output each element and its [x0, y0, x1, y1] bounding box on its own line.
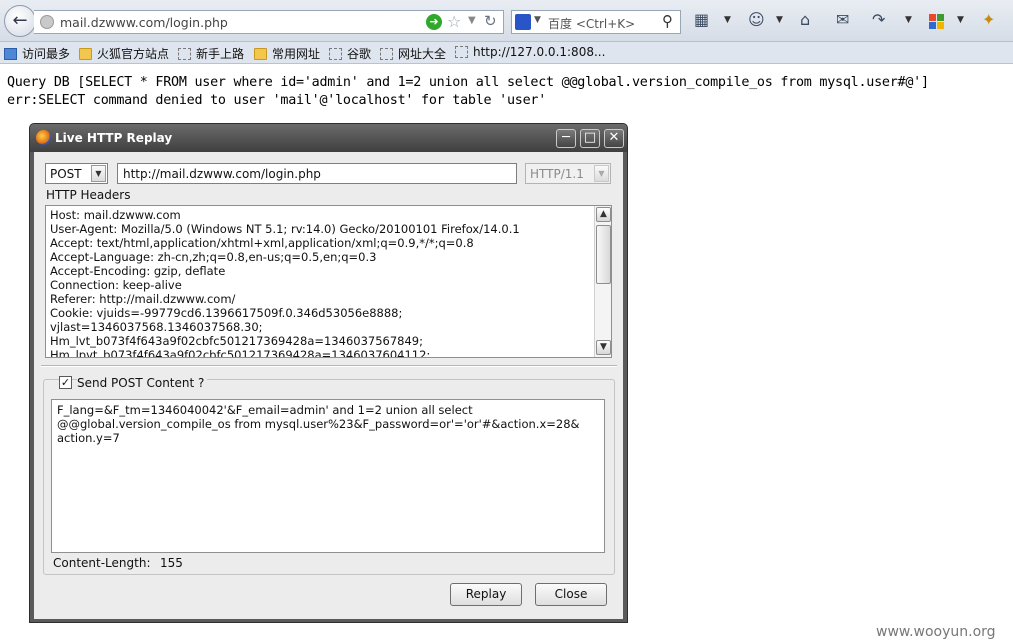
bookmark-label: 谷歌: [347, 47, 372, 61]
emoticon-icon[interactable]: ☺: [748, 11, 765, 29]
folder-icon: [79, 48, 92, 60]
browser-toolbar: ← mail.dzwww.com/login.php ➜ ☆ ▼ ↻ ▼ 百度 …: [0, 0, 1013, 42]
engine-dropdown-icon[interactable]: ▼: [534, 15, 541, 25]
bookmark-google[interactable]: 谷歌: [329, 45, 371, 62]
bookmark-star-icon[interactable]: ☆: [447, 12, 461, 31]
scroll-down-icon[interactable]: ▼: [596, 340, 611, 355]
bookmark-label: http://127.0.0.1:808...: [473, 45, 606, 59]
bookmark-label: 新手上路: [196, 47, 245, 61]
checkmark-icon: ✓: [60, 376, 71, 389]
scroll-thumb[interactable]: [596, 225, 611, 284]
search-icon[interactable]: ⚲: [662, 12, 673, 30]
header-line: Host: mail.dzwww.com: [50, 208, 181, 222]
minimize-button[interactable]: ─: [556, 129, 576, 148]
headers-text: Host: mail.dzwww.com User-Agent: Mozilla…: [50, 208, 590, 358]
post-content-line: @@global.version_compile_os from mysql.u…: [57, 417, 580, 431]
send-post-label[interactable]: Send POST Content ?: [77, 376, 208, 390]
folder-icon: [254, 48, 267, 60]
back-arrow-icon: ←: [12, 10, 28, 31]
share-icon[interactable]: ↷: [872, 11, 885, 29]
home-icon[interactable]: ⌂: [800, 11, 810, 29]
http-headers-textarea[interactable]: Host: mail.dzwww.com User-Agent: Mozilla…: [45, 205, 612, 358]
live-http-replay-window: Live HTTP Replay ─ □ ✕ POST ▼ http://mai…: [29, 123, 628, 623]
bookmark-site-directory[interactable]: 网址大全: [380, 45, 446, 62]
window-title: Live HTTP Replay: [55, 131, 173, 145]
bookmark-getting-started[interactable]: 新手上路: [178, 45, 244, 62]
bookmark-page-icon: [455, 46, 468, 58]
bookmark-label: 常用网址: [272, 47, 321, 61]
bookmark-label: 网址大全: [398, 47, 447, 61]
search-input[interactable]: 百度 <Ctrl+K>: [548, 15, 635, 32]
header-line: vjlast=1346037568.1346037568.30;: [50, 320, 263, 334]
request-url-input[interactable]: http://mail.dzwww.com/login.php: [117, 163, 517, 184]
post-content-line: action.y=7: [57, 431, 120, 445]
bookmark-page-icon: [380, 48, 393, 60]
header-line: Hm_lvt_b073f4f643a9f02cbfc501217369428a=…: [50, 334, 423, 348]
http-version-select[interactable]: HTTP/1.1 ▼: [525, 163, 611, 184]
window-titlebar[interactable]: Live HTTP Replay ─ □ ✕: [30, 124, 627, 152]
go-icon[interactable]: ➜: [426, 14, 442, 30]
header-line: Referer: http://mail.dzwww.com/: [50, 292, 236, 306]
reload-icon[interactable]: ↻: [484, 12, 497, 30]
bookmark-common-sites[interactable]: 常用网址: [254, 45, 320, 62]
bookmark-most-visited[interactable]: 访问最多: [4, 45, 70, 62]
address-bar[interactable]: mail.dzwww.com/login.php ➜ ☆ ▼ ↻: [34, 10, 504, 34]
mail-icon[interactable]: ✉: [836, 11, 849, 29]
content-length-label: Content-Length:: [53, 556, 151, 570]
share-dropdown-icon[interactable]: ▼: [905, 15, 912, 25]
header-line: Accept-Encoding: gzip, deflate: [50, 264, 226, 278]
content-length-value: 155: [160, 556, 183, 570]
scroll-up-icon[interactable]: ▲: [596, 207, 611, 222]
bookmark-localhost[interactable]: http://127.0.0.1:808...: [455, 45, 605, 59]
close-button[interactable]: Close: [535, 583, 607, 606]
firefox-icon: [36, 130, 51, 145]
replay-button[interactable]: Replay: [450, 583, 522, 606]
send-post-checkbox[interactable]: ✓: [59, 376, 72, 389]
http-headers-label: HTTP Headers: [46, 188, 131, 202]
address-text[interactable]: mail.dzwww.com/login.php: [60, 15, 228, 30]
chevron-down-icon[interactable]: ▼: [594, 165, 609, 182]
baidu-paw-icon[interactable]: [515, 14, 531, 30]
divider: [41, 365, 617, 367]
header-line: Connection: keep-alive: [50, 278, 182, 292]
headers-scrollbar[interactable]: ▲ ▼: [594, 206, 611, 357]
close-icon: ✕: [608, 130, 620, 145]
screenshot-icon[interactable]: ▦: [694, 11, 709, 29]
header-line: Cookie: vjuids=-99779cd6.1396617509f.0.3…: [50, 306, 403, 320]
header-line: User-Agent: Mozilla/5.0 (Windows NT 5.1;…: [50, 222, 520, 236]
maximize-icon: □: [583, 130, 597, 145]
minimize-icon: ─: [562, 130, 570, 145]
site-favicon-icon: [40, 15, 54, 29]
dialog-body: POST ▼ http://mail.dzwww.com/login.php H…: [34, 152, 623, 619]
close-window-button[interactable]: ✕: [604, 129, 624, 148]
bookmark-label: 访问最多: [22, 47, 71, 61]
header-line: Hm_lpvt_b073f4f643a9f02cbfc501217369428a…: [50, 348, 431, 358]
most-visited-icon: [4, 48, 17, 60]
screenshot-dropdown-icon[interactable]: ▼: [724, 15, 731, 25]
header-line: Accept-Language: zh-cn,zh;q=0.8,en-us;q=…: [50, 250, 377, 264]
header-line: Accept: text/html,application/xhtml+xml,…: [50, 236, 474, 250]
maximize-button[interactable]: □: [580, 129, 600, 148]
bookmark-label: 火狐官方站点: [97, 47, 170, 61]
error-output-line: err:SELECT command denied to user 'mail'…: [7, 93, 547, 108]
post-content-line: F_lang=&F_tm=1346040042'&F_email=admin' …: [57, 403, 473, 417]
search-bar[interactable]: ▼ 百度 <Ctrl+K> ⚲: [511, 10, 681, 34]
watermark: www.wooyun.org: [876, 624, 996, 640]
http-version-value: HTTP/1.1: [530, 167, 584, 181]
bookmarks-bar: 访问最多 火狐官方站点 新手上路 常用网址 谷歌 网址大全 http://127…: [0, 42, 1013, 64]
bookmark-page-icon: [178, 48, 191, 60]
method-select[interactable]: POST ▼: [45, 163, 108, 184]
bookmark-page-icon: [329, 48, 342, 60]
history-dropdown-icon[interactable]: ▼: [468, 15, 476, 26]
addon-icon[interactable]: ✦: [982, 11, 995, 29]
back-button[interactable]: ←: [4, 5, 36, 37]
chevron-down-icon[interactable]: ▼: [91, 165, 106, 182]
bookmark-firefox-official[interactable]: 火狐官方站点: [79, 45, 169, 62]
emoticon-dropdown-icon[interactable]: ▼: [776, 15, 783, 25]
post-content-textarea[interactable]: F_lang=&F_tm=1346040042'&F_email=admin' …: [51, 399, 605, 553]
method-value: POST: [50, 167, 82, 181]
apps-dropdown-icon[interactable]: ▼: [957, 15, 964, 25]
query-output-line: Query DB [SELECT * FROM user where id='a…: [7, 75, 929, 90]
